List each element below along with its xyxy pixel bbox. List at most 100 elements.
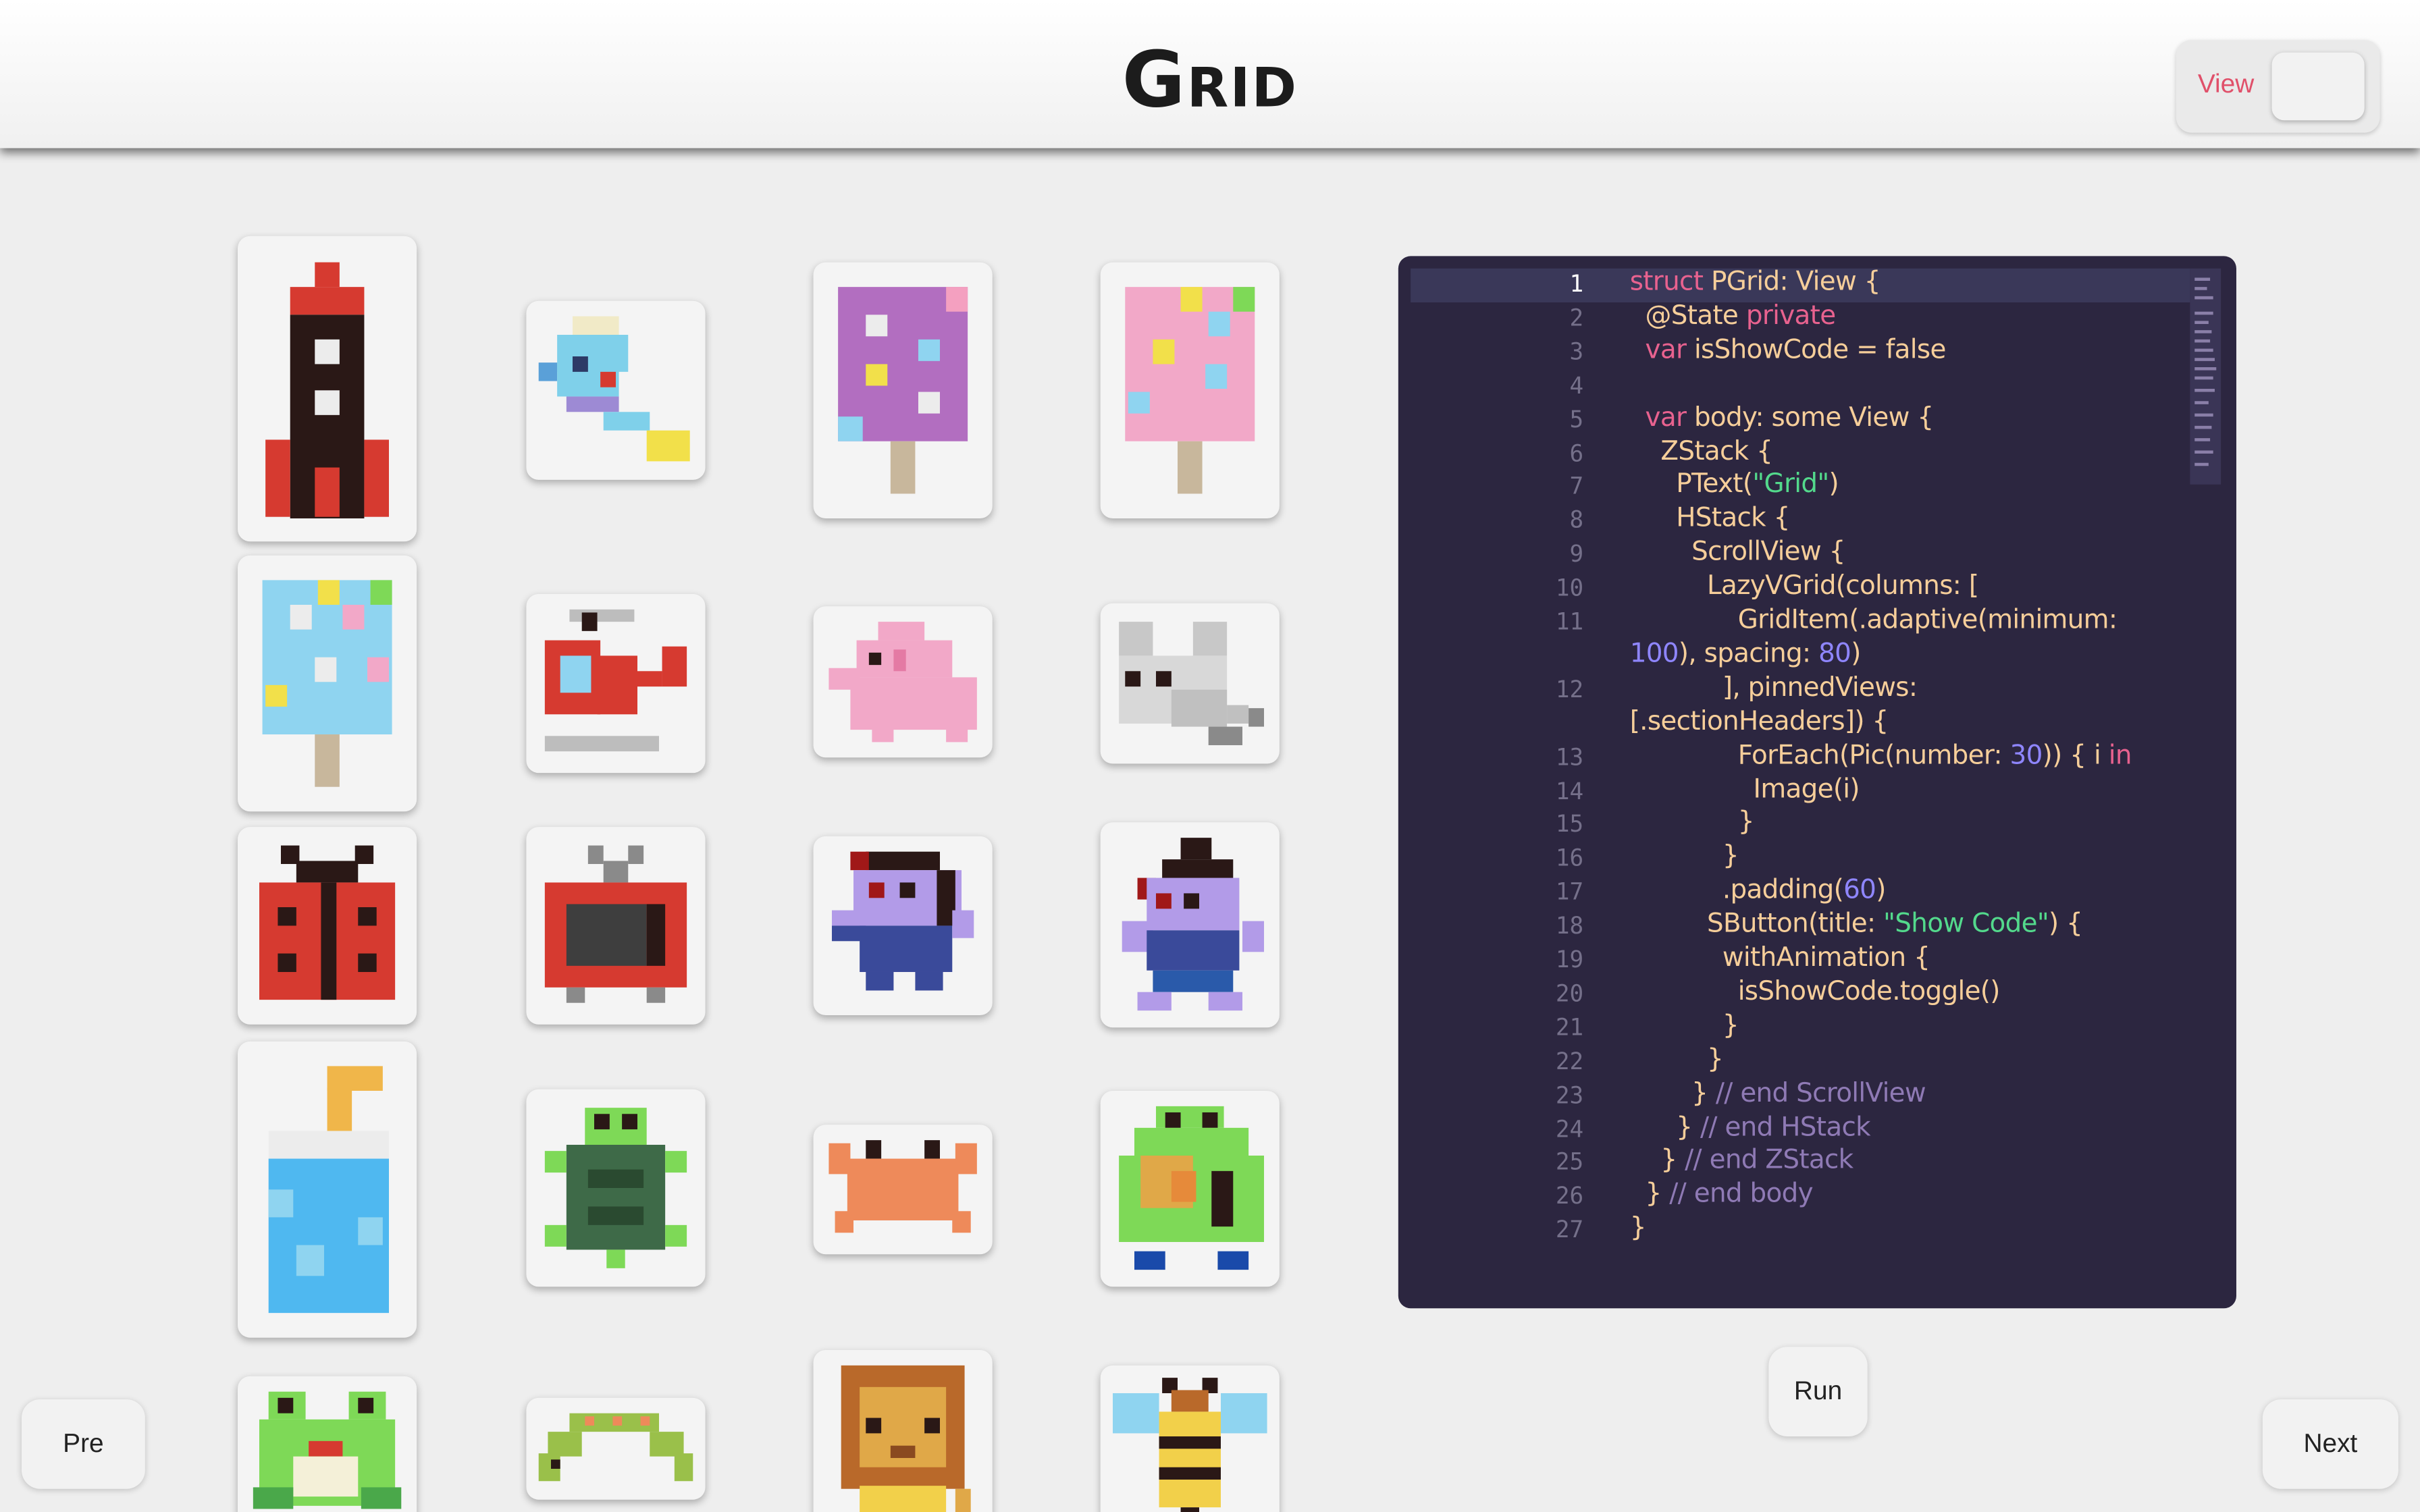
monster-green-icon [1119, 1106, 1264, 1270]
code-token: 30 [2009, 740, 2043, 771]
robot-purple-icon [1122, 838, 1264, 1011]
code-line: } // end HStack [1676, 1112, 1870, 1143]
code-token: } [1691, 1077, 1716, 1109]
popsicle-pink-icon [1125, 287, 1255, 494]
code-line: isShowCode.toggle() [1737, 976, 2001, 1008]
elephant-icon [828, 622, 977, 742]
crab-icon [828, 1140, 977, 1233]
grid-card[interactable] [526, 827, 706, 1025]
code-token: isShowCode = false [1693, 334, 1946, 366]
code-token: 80 [1818, 639, 1851, 670]
code-line: @State private [1645, 300, 1837, 332]
grid-card[interactable] [813, 1349, 993, 1512]
line-number: 19 [1555, 946, 1584, 974]
code-line: 100), spacing: 80) [1630, 639, 1862, 670]
code-line: GridItem(.adaptive(minimum: [1738, 605, 2118, 636]
code-token: PText( [1676, 469, 1753, 501]
grid-card[interactable] [813, 262, 993, 518]
grid-card[interactable] [1100, 603, 1280, 764]
pre-button[interactable]: Pre [21, 1399, 145, 1489]
grid-card[interactable] [813, 836, 993, 1015]
code-line: .padding(60) [1722, 875, 1887, 907]
grid-card[interactable] [526, 1397, 706, 1500]
code-line: } // end body [1645, 1179, 1814, 1210]
code-line: SButton(title: "Show Code") { [1707, 909, 2083, 940]
line-number: 15 [1555, 810, 1584, 839]
code-token: isShowCode.toggle() [1737, 976, 2001, 1008]
line-number: 17 [1555, 878, 1584, 907]
code-token: 60 [1843, 875, 1876, 907]
caterpillar-icon [538, 1413, 693, 1482]
drink-icon [268, 1066, 389, 1314]
code-token: withAnimation { [1722, 942, 1930, 974]
tv-icon [544, 845, 687, 1003]
code-token: [.sectionHeaders]) { [1629, 706, 1889, 737]
grid-card[interactable] [1100, 1090, 1280, 1287]
code-token: ), spacing: [1678, 639, 1819, 670]
code-line: ], pinnedViews: [1722, 672, 1918, 703]
view-toggle-button[interactable] [2271, 52, 2365, 121]
code-line: PText("Grid") [1676, 470, 1839, 501]
line-number: 25 [1555, 1148, 1584, 1177]
grid-card[interactable] [813, 606, 993, 758]
code-token: // end ZStack [1685, 1145, 1853, 1177]
code-line: } [1722, 1010, 1739, 1042]
line-number: 9 [1569, 540, 1584, 568]
code-token: ForEach(Pic(number: [1737, 740, 2010, 771]
grid-card[interactable] [237, 1041, 417, 1338]
line-number: 27 [1555, 1216, 1584, 1244]
grid-card[interactable] [237, 236, 417, 542]
header-bar: Grid View [0, 0, 2420, 148]
code-line: } [1738, 807, 1755, 838]
code-token: HStack { [1676, 503, 1790, 535]
grid-card[interactable] [1100, 262, 1280, 518]
line-number: 13 [1555, 742, 1584, 771]
code-token: } [1722, 841, 1739, 873]
line-number: 6 [1569, 439, 1584, 467]
run-button[interactable]: Run [1768, 1347, 1868, 1436]
code-token: } [1706, 1044, 1724, 1075]
code-line: HStack { [1676, 503, 1790, 535]
code-token: ) { [2049, 909, 2083, 940]
grid-card[interactable] [1100, 1365, 1280, 1512]
line-number: 18 [1555, 912, 1584, 940]
code-line: ForEach(Pic(number: 30)) { i in [1738, 740, 2132, 771]
code-line: ScrollView { [1691, 537, 1845, 568]
lion-icon [841, 1365, 971, 1512]
code-token: )) { i [2042, 740, 2109, 771]
grid-card[interactable] [237, 555, 417, 812]
popsicle-purple-icon [838, 287, 968, 494]
code-token: // end body [1669, 1179, 1813, 1210]
line-number: 12 [1555, 675, 1584, 703]
editor-minimap[interactable] [2190, 268, 2221, 485]
code-token: var [1645, 402, 1694, 433]
run-button-label: Run [1793, 1376, 1843, 1406]
line-number: 23 [1555, 1081, 1584, 1109]
grid-card[interactable] [237, 1376, 417, 1512]
code-token: } [1645, 1179, 1670, 1210]
mouse-icon [1119, 622, 1264, 745]
code-line: } [1722, 841, 1739, 872]
line-number: 14 [1555, 776, 1584, 805]
grid-card[interactable] [526, 1089, 706, 1287]
rocket-icon [265, 262, 389, 518]
code-line: ZStack { [1660, 436, 1772, 467]
grid-card[interactable] [526, 593, 706, 774]
grid-card[interactable] [813, 1125, 993, 1255]
grid-card[interactable] [1100, 822, 1280, 1028]
line-number: 11 [1555, 608, 1584, 636]
grid-card[interactable] [526, 300, 706, 480]
code-editor[interactable]: 1 2 3 4 5 6 7 8 9 10 11 12 13 14 15 16 17 18 19 20 21 22 23 24 2… [1398, 256, 2236, 1309]
code-token: ], pinnedViews: [1722, 672, 1918, 703]
code-token: Image(i) [1753, 774, 1860, 805]
code-token: LazyVGrid(columns: [ [1706, 570, 1979, 602]
line-number: 5 [1569, 405, 1584, 433]
code-token: } [1676, 1111, 1700, 1143]
code-token: // end ScrollView [1715, 1077, 1926, 1109]
next-button[interactable]: Next [2262, 1399, 2398, 1489]
grid-card[interactable] [237, 827, 417, 1025]
code-token: @State [1645, 300, 1746, 332]
code-token: var [1645, 334, 1694, 366]
fish-icon [538, 316, 690, 462]
line-number: 22 [1555, 1047, 1584, 1075]
